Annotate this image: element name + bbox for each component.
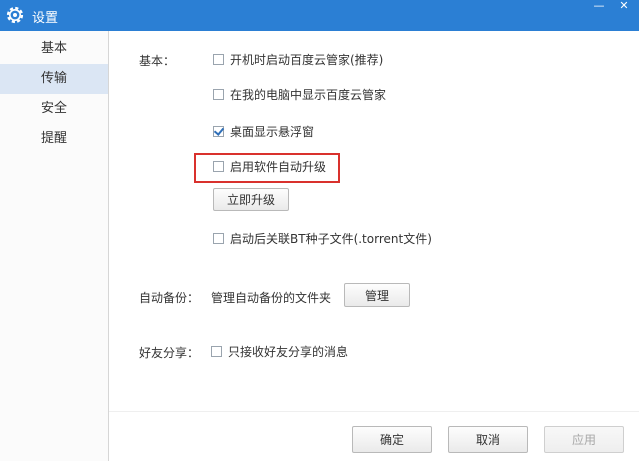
checkbox[interactable] — [213, 232, 224, 244]
checkbox[interactable] — [213, 160, 224, 172]
check-mark-icon — [213, 124, 225, 136]
title-bar: 设置 — ✕ — [0, 0, 639, 31]
settings-sidebar: 基本 传输 安全 提醒 — [0, 31, 109, 461]
option-show-in-my-computer[interactable]: 在我的电脑中显示百度云管家 — [213, 86, 386, 102]
close-button[interactable]: ✕ — [611, 0, 637, 14]
sidebar-item-transfer[interactable]: 传输 — [0, 64, 108, 94]
close-icon: ✕ — [619, 0, 629, 12]
sidebar-item-reminder[interactable]: 提醒 — [0, 124, 108, 154]
option-receive-friend-share[interactable]: 只接收好友分享的消息 — [211, 343, 348, 359]
backup-description: 管理自动备份的文件夹 — [211, 291, 332, 305]
option-auto-upgrade[interactable]: 启用软件自动升级 — [213, 158, 326, 174]
option-label: 只接收好友分享的消息 — [228, 344, 349, 359]
window-title: 设置 — [32, 11, 59, 26]
apply-button[interactable]: 应用 — [544, 426, 624, 453]
minimize-button[interactable]: — — [586, 0, 612, 14]
footer-divider — [109, 411, 639, 412]
minimize-icon: — — [593, 0, 605, 12]
option-label: 桌面显示悬浮窗 — [230, 124, 315, 139]
option-label: 开机时启动百度云管家(推荐) — [230, 52, 384, 67]
manage-backup-button[interactable]: 管理 — [344, 283, 410, 307]
option-floating-window[interactable]: 桌面显示悬浮窗 — [213, 123, 314, 139]
option-label: 在我的电脑中显示百度云管家 — [230, 87, 387, 102]
share-section-label: 好友分享： — [139, 346, 200, 360]
option-label: 启用软件自动升级 — [230, 159, 327, 174]
checkbox[interactable] — [211, 345, 222, 357]
sidebar-item-basic[interactable]: 基本 — [0, 34, 108, 64]
upgrade-now-button[interactable]: 立即升级 — [213, 188, 289, 211]
cancel-button[interactable]: 取消 — [448, 426, 528, 453]
checkbox[interactable] — [213, 88, 224, 100]
ok-button[interactable]: 确定 — [352, 426, 432, 453]
option-associate-torrent[interactable]: 启动后关联BT种子文件(.torrent文件) — [213, 230, 432, 246]
backup-section-label: 自动备份： — [139, 291, 200, 305]
option-start-on-boot[interactable]: 开机时启动百度云管家(推荐) — [213, 51, 383, 67]
checkbox[interactable] — [213, 53, 224, 65]
checkbox-checked[interactable] — [213, 124, 225, 137]
option-label: 启动后关联BT种子文件(.torrent文件) — [230, 231, 432, 246]
settings-gear-icon — [6, 6, 24, 24]
sidebar-item-security[interactable]: 安全 — [0, 94, 108, 124]
basic-section-label: 基本： — [139, 54, 176, 68]
